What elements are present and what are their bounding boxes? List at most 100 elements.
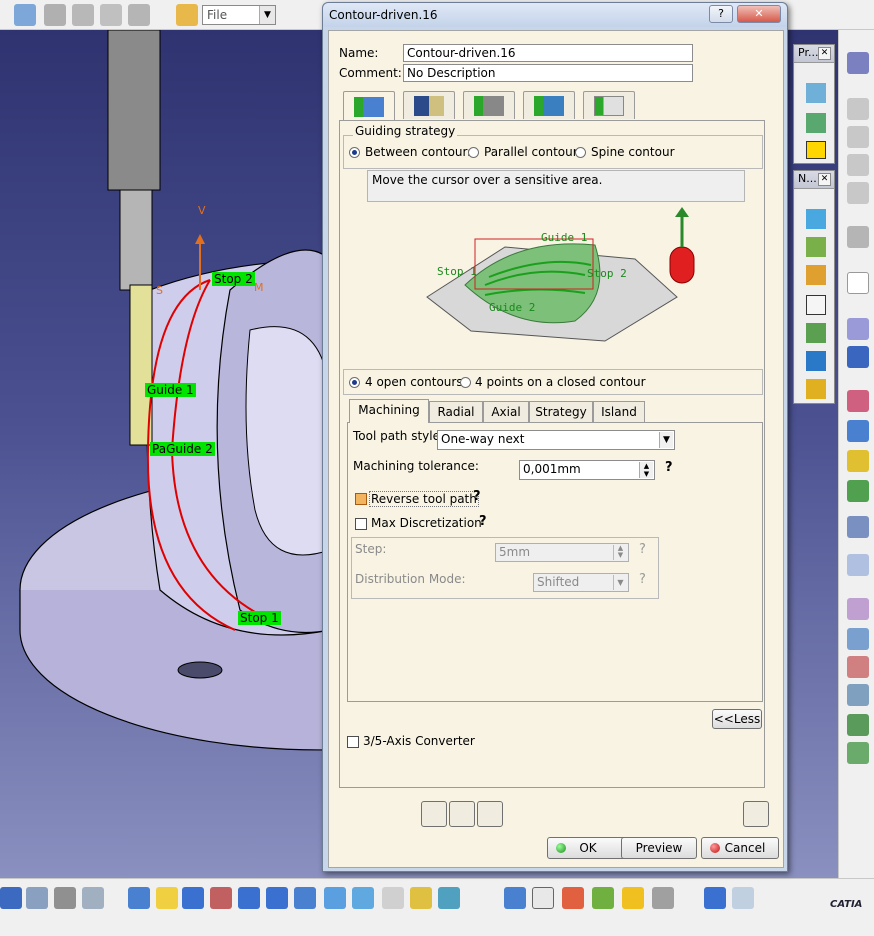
simulation-film-icon[interactable] [743, 801, 769, 827]
normal-view-icon[interactable] [294, 887, 316, 909]
tool-tab[interactable] [463, 91, 515, 119]
tools-icon[interactable] [562, 887, 584, 909]
chevron-down-icon[interactable]: ▼ [259, 6, 275, 24]
reverse-tool-path-label[interactable]: Reverse tool path [369, 491, 479, 507]
tab-machining[interactable]: Machining [349, 399, 429, 423]
stop1-label[interactable]: Stop 1 [238, 611, 281, 625]
fly-icon[interactable] [128, 887, 150, 909]
chevron-down-icon[interactable]: ▼ [659, 432, 673, 448]
between-contours-radio[interactable] [349, 147, 360, 158]
machine-table-icon[interactable] [652, 887, 674, 909]
spiral-icon[interactable] [847, 554, 869, 576]
guide1-label[interactable]: Guide 1 [145, 383, 196, 397]
tree-icon[interactable] [100, 4, 122, 26]
rotate-icon[interactable] [210, 887, 232, 909]
link-icon[interactable] [82, 887, 104, 909]
cylinder-icon-2[interactable] [847, 126, 869, 148]
four-points-label[interactable]: 4 points on a closed contour [475, 375, 646, 389]
four-open-contours-label[interactable]: 4 open contours [365, 375, 463, 389]
help-button[interactable]: ? [709, 5, 733, 23]
list-icon[interactable] [847, 346, 869, 368]
chevron-down-icon[interactable]: ▼ [613, 575, 627, 590]
select-icon[interactable] [14, 4, 36, 26]
ok-button[interactable]: OK [547, 837, 629, 859]
simulation-icon[interactable] [806, 379, 826, 399]
less-button[interactable]: <<Less [712, 709, 762, 729]
spine-contour-radio[interactable] [575, 147, 586, 158]
transform-icon[interactable] [847, 742, 869, 764]
reverse-help-icon[interactable]: ? [473, 489, 481, 504]
nc-output-icon[interactable] [806, 351, 826, 371]
table-icon[interactable] [72, 4, 94, 26]
max-discretization-checkbox[interactable] [355, 518, 367, 530]
four-open-contours-radio[interactable] [349, 377, 360, 388]
tab-island[interactable]: Island [593, 401, 645, 423]
close-button[interactable]: ✕ [737, 5, 781, 23]
spine-contour-label[interactable]: Spine contour [591, 145, 675, 159]
arrow-down-icon[interactable] [806, 237, 826, 257]
max-disc-help-icon[interactable]: ? [479, 514, 487, 529]
report-icon[interactable] [732, 887, 754, 909]
pr-palette-title[interactable]: Pr... ✕ [794, 45, 834, 63]
multi-view-icon[interactable] [324, 887, 346, 909]
machining-tolerance-field[interactable]: 0,001mm ▲ ▼ [519, 460, 655, 480]
zoom-out-icon[interactable] [266, 887, 288, 909]
pan-icon[interactable] [182, 887, 204, 909]
strategy-tab[interactable] [343, 91, 395, 121]
parallel-contour-radio[interactable] [468, 147, 479, 158]
isoparametric-icon[interactable] [847, 598, 869, 620]
gear-icon[interactable] [847, 226, 869, 248]
iso-view-icon[interactable] [352, 887, 374, 909]
fit-all-icon[interactable] [156, 887, 178, 909]
tool-change-icon[interactable] [806, 323, 826, 343]
axis-converter-checkbox[interactable] [347, 736, 359, 748]
machine-icon[interactable] [806, 265, 826, 285]
geometry-tab[interactable] [403, 91, 455, 119]
part-operation-icon[interactable] [806, 113, 826, 133]
program-icon[interactable] [806, 83, 826, 103]
film-icon[interactable] [806, 209, 826, 229]
zoom-in-icon[interactable] [238, 887, 260, 909]
comment-field[interactable]: No Description [403, 64, 693, 82]
preview-button[interactable]: Preview [621, 837, 697, 859]
machining-workbench-icon[interactable] [847, 52, 869, 74]
file-combo[interactable]: File ▼ [202, 5, 276, 25]
swap-visible-icon[interactable] [438, 887, 460, 909]
stop2-label[interactable]: Stop 2 [212, 272, 255, 286]
folder-icon[interactable] [176, 4, 198, 26]
grid-icon[interactable] [806, 141, 826, 159]
four-points-radio[interactable] [460, 377, 471, 388]
spinner-icon[interactable]: ▲ ▼ [613, 545, 627, 560]
grid-view-icon[interactable] [0, 887, 22, 909]
tool-path-info-icon[interactable] [477, 801, 503, 827]
tool-path-style-select[interactable]: One-way next ▼ [437, 430, 675, 450]
gear-icon[interactable] [128, 4, 150, 26]
distribution-mode-select[interactable]: Shifted ▼ [533, 573, 629, 592]
n-palette-title[interactable]: N... ✕ [794, 171, 834, 189]
cylinder-icon-3[interactable] [847, 154, 869, 176]
strategy-diagram[interactable]: Guide 1 Guide 2 Stop 1 Stop 2 [405, 205, 705, 365]
magnet-icon[interactable] [622, 887, 644, 909]
document-icon[interactable] [806, 295, 826, 315]
hide-show-icon[interactable] [410, 887, 432, 909]
step-field[interactable]: 5mm ▲ ▼ [495, 543, 629, 562]
multi-axis-icon[interactable] [847, 628, 869, 650]
macros-tab[interactable] [583, 91, 635, 119]
guide2-label[interactable]: PaGuide 2 [150, 442, 215, 456]
layer-icon[interactable] [504, 887, 526, 909]
name-field[interactable]: Contour-driven.16 [403, 44, 693, 62]
pointer-icon[interactable] [847, 272, 869, 294]
settings-icon[interactable] [44, 4, 66, 26]
sweeping-icon[interactable] [847, 420, 869, 442]
spinner-icon[interactable]: ▲ ▼ [639, 462, 653, 478]
tab-strategy[interactable]: Strategy [529, 401, 593, 423]
cancel-button[interactable]: Cancel [701, 837, 779, 859]
axis-converter-label[interactable]: 3/5-Axis Converter [363, 734, 475, 748]
axis-icon[interactable] [847, 684, 869, 706]
flow-icon[interactable] [847, 516, 869, 538]
between-contours-label[interactable]: Between contours [365, 145, 474, 159]
zlevel-icon[interactable] [847, 450, 869, 472]
cylinder-icon[interactable] [847, 98, 869, 120]
tab-radial[interactable]: Radial [429, 401, 483, 423]
max-discretization-label[interactable]: Max Discretization [371, 516, 482, 530]
